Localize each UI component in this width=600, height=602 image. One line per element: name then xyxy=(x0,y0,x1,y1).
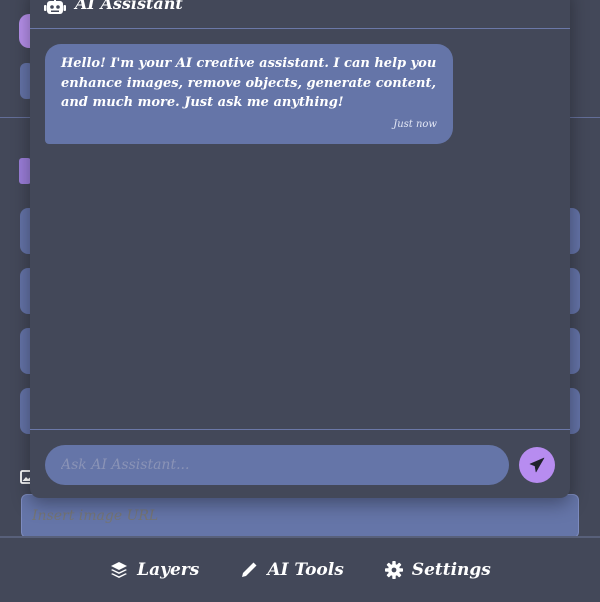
message-timestamp: Just now xyxy=(393,118,437,130)
message-text: Hello! I'm your AI creative assistant. I… xyxy=(61,56,437,110)
nav-item-label: Settings xyxy=(411,560,491,580)
image-url-input[interactable] xyxy=(21,494,579,538)
assistant-message: Hello! I'm your AI creative assistant. I… xyxy=(45,44,453,144)
robot-icon xyxy=(44,0,66,14)
paper-plane-icon xyxy=(529,457,545,473)
message-list: Hello! I'm your AI creative assistant. I… xyxy=(30,29,570,418)
chat-input[interactable] xyxy=(45,445,509,485)
pencil-icon xyxy=(242,562,257,577)
nav-item-layers[interactable]: Layers xyxy=(109,560,199,580)
bottom-nav: Layers AI Tools Settings xyxy=(0,536,600,602)
layers-icon xyxy=(111,562,128,578)
nav-item-settings[interactable]: Settings xyxy=(384,560,491,580)
chat-title: AI Assistant xyxy=(75,0,183,13)
send-button[interactable] xyxy=(519,447,555,483)
gear-icon xyxy=(384,561,403,579)
nav-item-label: AI Tools xyxy=(267,560,344,580)
ai-assistant-panel: AI Assistant Hello! I'm your AI creative… xyxy=(30,0,570,498)
nav-item-label: Layers xyxy=(137,560,200,580)
chat-header: AI Assistant xyxy=(30,0,570,29)
nav-item-ai-tools[interactable]: AI Tools xyxy=(239,560,344,580)
chat-input-bar xyxy=(30,429,570,499)
